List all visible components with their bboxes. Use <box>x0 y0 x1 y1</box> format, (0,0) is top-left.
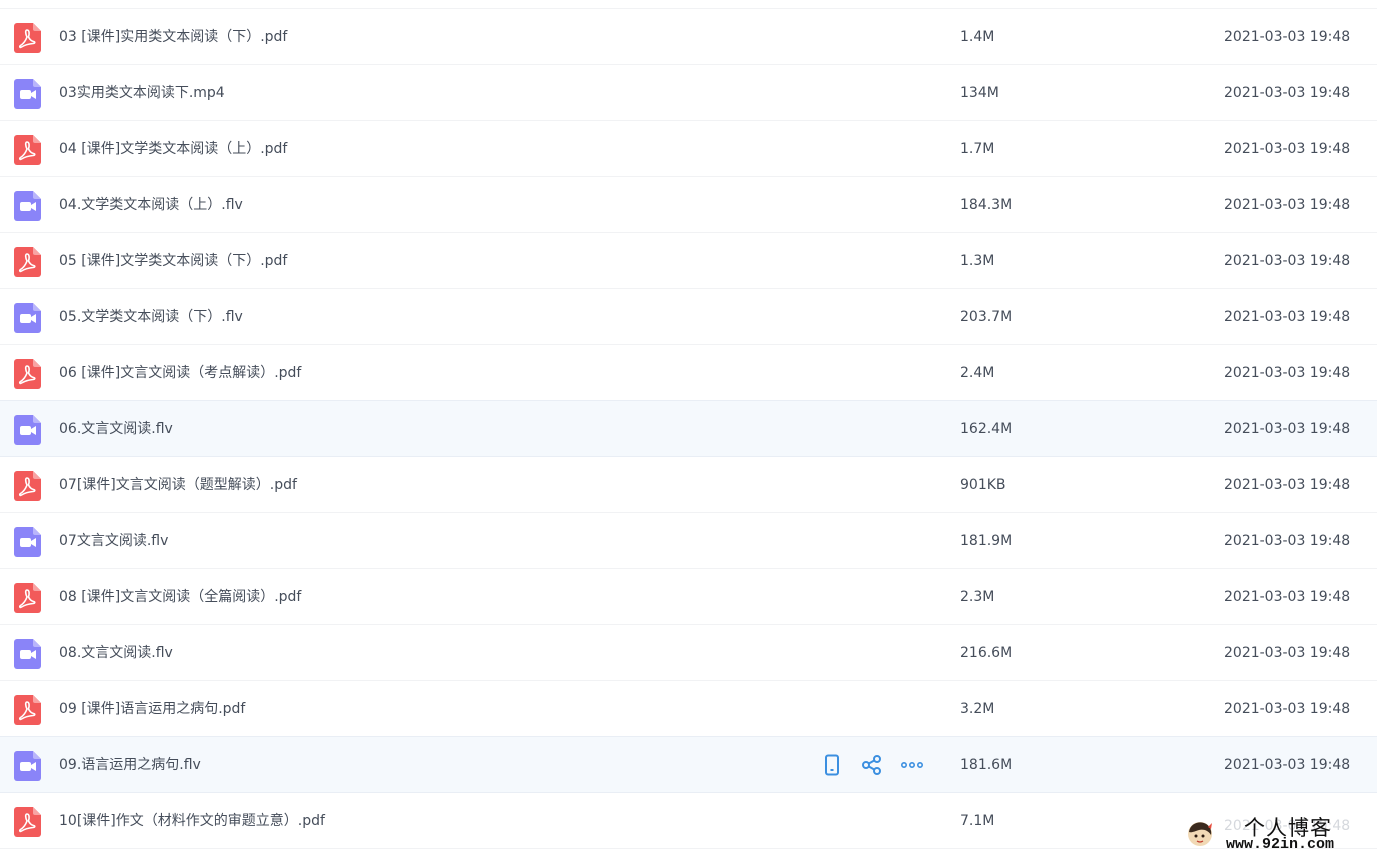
video-icon <box>14 527 41 557</box>
file-row[interactable]: 06 [课件]文言文阅读（考点解读）.pdf 2.4M 2021-03-03 1… <box>0 345 1377 401</box>
pdf-icon <box>14 583 41 613</box>
file-row[interactable]: 07[课件]文言文阅读（题型解读）.pdf 901KB 2021-03-03 1… <box>0 457 1377 513</box>
file-time: 2021-03-03 19:48 <box>1224 141 1351 157</box>
file-row[interactable]: 10[课件]作文（材料作文的审题立意）.pdf 7.1M <box>0 793 1377 849</box>
pdf-icon <box>14 695 41 725</box>
file-name[interactable]: 07[课件]文言文阅读（题型解读）.pdf <box>59 457 297 513</box>
file-name[interactable]: 05.文学类文本阅读（下）.flv <box>59 289 243 345</box>
file-size: 2.4M <box>960 365 995 381</box>
file-time: 2021-03-03 19:48 <box>1224 85 1351 101</box>
file-list: 03 [课件]实用类文本阅读（下）.pdf 1.4M 2021-03-03 19… <box>0 8 1377 849</box>
file-size: 203.7M <box>960 309 1013 325</box>
file-size: 162.4M <box>960 421 1013 437</box>
pdf-icon <box>14 471 41 501</box>
file-time: 2021-03-03 19:48 <box>1224 533 1351 549</box>
file-size: 1.7M <box>960 141 995 157</box>
watermark-url: www.92in.com <box>1226 836 1335 853</box>
file-time: 2021-03-03 19:48 <box>1224 645 1351 661</box>
video-icon <box>14 191 41 221</box>
file-name[interactable]: 06.文言文阅读.flv <box>59 401 173 457</box>
file-time: 2021-03-03 19:48 <box>1224 309 1351 325</box>
file-name[interactable]: 03实用类文本阅读下.mp4 <box>59 65 225 121</box>
file-row[interactable]: 05 [课件]文学类文本阅读（下）.pdf 1.3M 2021-03-03 19… <box>0 233 1377 289</box>
pdf-icon <box>14 135 41 165</box>
file-size: 181.6M <box>960 757 1013 773</box>
file-time: 2021-03-03 19:48 <box>1224 253 1351 269</box>
file-row[interactable]: 06.文言文阅读.flv 162.4M 2021-03-03 19:48 <box>0 401 1377 457</box>
file-time: 2021-03-03 19:48 <box>1224 757 1351 773</box>
file-size: 2.3M <box>960 589 995 605</box>
file-row[interactable]: 08 [课件]文言文阅读（全篇阅读）.pdf 2.3M 2021-03-03 1… <box>0 569 1377 625</box>
file-name[interactable]: 09 [课件]语言运用之病句.pdf <box>59 681 245 737</box>
file-size: 134M <box>960 85 999 101</box>
pdf-icon <box>14 359 41 389</box>
file-row[interactable]: 05.文学类文本阅读（下）.flv 203.7M 2021-03-03 19:4… <box>0 289 1377 345</box>
file-time: 2021-03-03 19:48 <box>1224 197 1351 213</box>
file-size: 216.6M <box>960 645 1013 661</box>
video-icon <box>14 639 41 669</box>
file-row[interactable]: 04.文学类文本阅读（上）.flv 184.3M 2021-03-03 19:4… <box>0 177 1377 233</box>
file-size: 7.1M <box>960 813 995 829</box>
file-name[interactable]: 05 [课件]文学类文本阅读（下）.pdf <box>59 233 287 289</box>
file-time: 2021-03-03 19:48 <box>1224 589 1351 605</box>
file-name[interactable]: 10[课件]作文（材料作文的审题立意）.pdf <box>59 793 325 849</box>
file-name[interactable]: 08 [课件]文言文阅读（全篇阅读）.pdf <box>59 569 301 625</box>
file-time: 2021-03-03 19:48 <box>1224 477 1351 493</box>
phone-icon[interactable] <box>820 753 844 777</box>
file-row[interactable]: 04 [课件]文学类文本阅读（上）.pdf 1.7M 2021-03-03 19… <box>0 121 1377 177</box>
file-time: 2021-03-03 19:48 <box>1224 421 1351 437</box>
file-name[interactable]: 04 [课件]文学类文本阅读（上）.pdf <box>59 121 287 177</box>
file-size: 3.2M <box>960 701 995 717</box>
watermark: 2021-03-03 19:48 个人博客 www.92in.com <box>1186 816 1371 856</box>
file-row[interactable]: 09 [课件]语言运用之病句.pdf 3.2M 2021-03-03 19:48 <box>0 681 1377 737</box>
file-row[interactable]: 08.文言文阅读.flv 216.6M 2021-03-03 19:48 <box>0 625 1377 681</box>
video-icon <box>14 79 41 109</box>
file-time: 2021-03-03 19:48 <box>1224 365 1351 381</box>
video-icon <box>14 751 41 781</box>
file-name[interactable]: 08.文言文阅读.flv <box>59 625 173 681</box>
file-size: 1.4M <box>960 29 995 45</box>
file-row[interactable]: 09.语言运用之病句.flv 181.6M 2021-03-03 19:48 <box>0 737 1377 793</box>
pdf-icon <box>14 23 41 53</box>
file-name[interactable]: 03 [课件]实用类文本阅读（下）.pdf <box>59 9 287 65</box>
file-name[interactable]: 06 [课件]文言文阅读（考点解读）.pdf <box>59 345 301 401</box>
file-time: 2021-03-03 19:48 <box>1224 29 1351 45</box>
pdf-icon <box>14 247 41 277</box>
file-size: 184.3M <box>960 197 1013 213</box>
file-size: 181.9M <box>960 533 1013 549</box>
avatar-icon <box>1188 822 1212 846</box>
file-name[interactable]: 09.语言运用之病句.flv <box>59 737 201 793</box>
file-name[interactable]: 07文言文阅读.flv <box>59 513 168 569</box>
more-icon[interactable] <box>900 753 924 777</box>
row-actions <box>820 753 940 777</box>
file-size: 1.3M <box>960 253 995 269</box>
file-row[interactable]: 03实用类文本阅读下.mp4 134M 2021-03-03 19:48 <box>0 65 1377 121</box>
share-icon[interactable] <box>860 753 884 777</box>
video-icon <box>14 303 41 333</box>
file-row[interactable]: 03 [课件]实用类文本阅读（下）.pdf 1.4M 2021-03-03 19… <box>0 9 1377 65</box>
file-row[interactable]: 07文言文阅读.flv 181.9M 2021-03-03 19:48 <box>0 513 1377 569</box>
pdf-icon <box>14 807 41 837</box>
file-size: 901KB <box>960 477 1006 493</box>
video-icon <box>14 415 41 445</box>
file-time: 2021-03-03 19:48 <box>1224 701 1351 717</box>
file-name[interactable]: 04.文学类文本阅读（上）.flv <box>59 177 243 233</box>
